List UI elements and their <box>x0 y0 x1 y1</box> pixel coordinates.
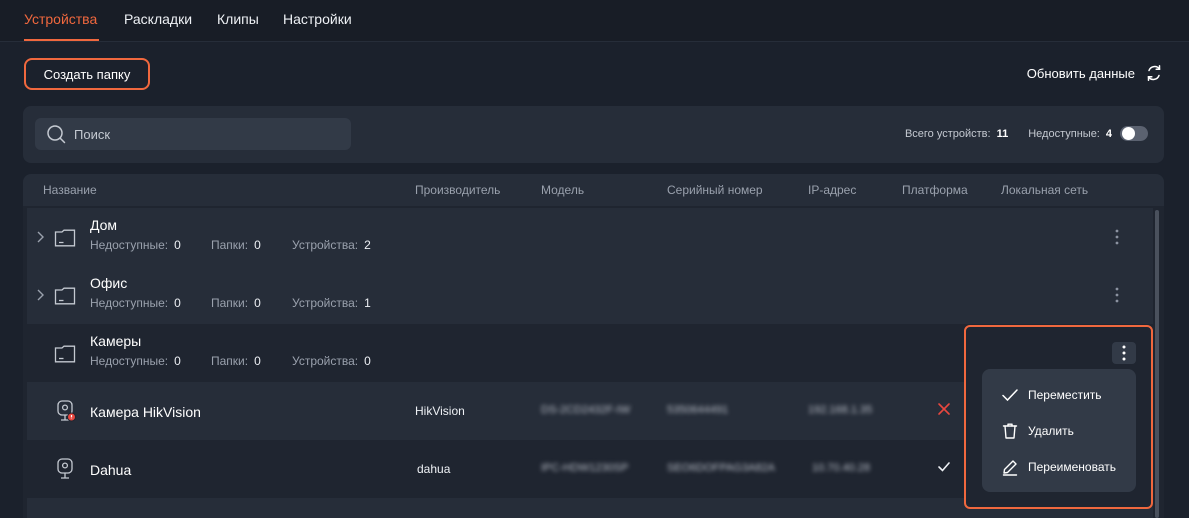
device-vendor: dahua <box>417 462 451 476</box>
folder-unavailable: Недоступные: 0 <box>90 296 181 310</box>
refresh-label: Обновить данные <box>1026 65 1135 81</box>
folder-subfolders: Папки: 0 <box>211 238 261 252</box>
total-devices-count: 11 <box>996 127 1009 140</box>
device-name: Dahua <box>90 462 132 478</box>
column-header-serial: Серийный номер <box>667 183 763 197</box>
folder-devices: Устройства: 0 <box>292 354 371 368</box>
tab-devices[interactable]: Устройства <box>24 11 97 27</box>
more-vertical-icon <box>1122 345 1126 361</box>
column-header-ip: IP-адрес <box>808 183 857 197</box>
table-scrollbar[interactable] <box>1155 210 1159 518</box>
device-name: Камера HikVision <box>90 404 201 420</box>
check-icon <box>938 462 950 472</box>
device-vendor: HikVision <box>415 404 465 418</box>
folder-unavailable: Недоступные: 0 <box>90 354 181 368</box>
active-tab-indicator <box>24 39 99 41</box>
folder-subfolders: Папки: 0 <box>211 354 261 368</box>
tab-settings[interactable]: Настройки <box>283 11 352 27</box>
unavailable-toggle[interactable] <box>1120 126 1148 141</box>
refresh-icon <box>1147 65 1161 81</box>
column-header-name: Название <box>43 183 97 197</box>
search-panel: Всего устройств: 11 Недоступные: 4 <box>23 106 1164 163</box>
unavailable-label: Недоступные: <box>1028 127 1100 140</box>
menu-item-label: Переименовать <box>1028 460 1116 474</box>
tab-clips[interactable]: Клипы <box>217 11 259 27</box>
folder-icon <box>54 287 76 305</box>
search-box[interactable] <box>35 118 351 150</box>
menu-item-delete[interactable]: Удалить <box>982 413 1136 449</box>
menu-item-move[interactable]: Переместить <box>982 377 1136 413</box>
error-x-icon <box>938 403 950 415</box>
device-ip: 10.70.40.28 <box>812 462 871 474</box>
search-input[interactable] <box>74 126 334 142</box>
menu-item-label: Удалить <box>1028 424 1074 438</box>
folder-name: Дом <box>90 217 118 233</box>
device-stats: Всего устройств: 11 Недоступные: 4 <box>905 126 1148 141</box>
column-header-model: Модель <box>541 183 585 197</box>
column-header-local-network: Локальная сеть <box>1001 183 1089 197</box>
pencil-icon <box>1002 460 1018 476</box>
check-icon <box>1002 389 1018 402</box>
top-nav: Устройства Раскладки Клипы Настройки <box>0 0 1189 42</box>
folder-devices: Устройства: 1 <box>292 296 371 310</box>
folder-icon <box>54 345 76 363</box>
row-actions-button[interactable] <box>1112 342 1136 364</box>
column-header-vendor: Производитель <box>415 183 501 197</box>
camera-icon <box>57 458 73 479</box>
device-model: DS-2CD2432F-IW <box>541 404 631 416</box>
camera-icon <box>57 400 76 422</box>
device-model: IPC-HDW1230SP <box>541 462 629 474</box>
refresh-data-button[interactable]: Обновить данные <box>1027 64 1163 82</box>
folder-devices: Устройства: 2 <box>292 238 371 252</box>
device-ip: 192.168.1.35 <box>808 404 873 416</box>
more-vertical-icon[interactable] <box>1109 228 1125 246</box>
tab-layouts[interactable]: Раскладки <box>124 11 192 27</box>
create-folder-button[interactable]: Создать папку <box>24 58 150 90</box>
chevron-right-icon[interactable] <box>35 230 45 244</box>
more-vertical-icon[interactable] <box>1109 286 1125 304</box>
folder-row[interactable]: Дом Недоступные: 0 Папки: 0 Устройства: 2 <box>27 208 1153 266</box>
unavailable-count: 4 <box>1105 127 1112 140</box>
folder-row[interactable]: Офис Недоступные: 0 Папки: 0 Устройства: 1 <box>27 266 1153 324</box>
folder-icon <box>54 229 76 247</box>
folder-unavailable: Недоступные: 0 <box>90 238 181 252</box>
menu-item-label: Переместить <box>1028 388 1102 402</box>
trash-icon <box>1002 423 1018 439</box>
folder-name: Камеры <box>90 333 142 349</box>
chevron-right-icon[interactable] <box>35 288 45 302</box>
device-serial: 5350644491 <box>667 404 729 416</box>
menu-item-rename[interactable]: Переименовать <box>982 449 1136 485</box>
column-header-platform: Платформа <box>902 183 968 197</box>
total-devices-label: Всего устройств: <box>904 127 991 140</box>
device-serial: SEO6DOFPAG3A82A <box>667 462 776 474</box>
context-menu: Переместить Удалить Переименовать <box>982 369 1136 492</box>
table-header: Название Производитель Модель Серийный н… <box>23 174 1164 206</box>
folder-name: Офис <box>90 275 128 291</box>
folder-subfolders: Папки: 0 <box>211 296 261 310</box>
search-icon <box>47 125 66 144</box>
